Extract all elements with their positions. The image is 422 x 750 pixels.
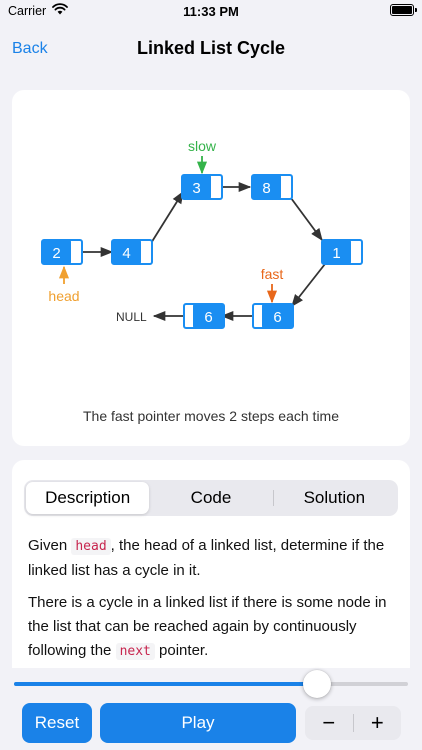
linked-list-diagram: 2 4 3 8 1 6 6 NULL slow fast head: [41, 138, 363, 329]
svg-text:6: 6: [204, 309, 212, 326]
speed-stepper: − +: [305, 706, 401, 740]
tab-solution[interactable]: Solution: [272, 482, 396, 514]
back-button[interactable]: Back: [12, 40, 48, 58]
list-node-3: 3: [181, 174, 223, 200]
progress-slider[interactable]: [14, 668, 408, 698]
edge-4-to-3: [147, 190, 184, 249]
inline-code-head: head: [71, 538, 111, 555]
carrier-label: Carrier: [8, 4, 47, 18]
tab-segmented-control: Description Code Solution: [24, 480, 398, 516]
svg-text:8: 8: [262, 180, 270, 197]
slider-fill: [14, 682, 317, 686]
slow-pointer-label: slow: [188, 138, 217, 154]
list-node-6-left: 6: [183, 303, 225, 329]
battery-icon: [390, 4, 417, 16]
increment-button[interactable]: +: [354, 706, 402, 740]
svg-text:4: 4: [122, 245, 130, 262]
list-node-2: 2: [41, 239, 83, 265]
svg-text:1: 1: [332, 245, 340, 262]
problem-description: Given head, the head of a linked list, d…: [28, 534, 398, 668]
slider-thumb[interactable]: [303, 670, 331, 698]
tab-description[interactable]: Description: [26, 482, 150, 514]
null-label: NULL: [116, 310, 147, 324]
head-pointer-label: head: [48, 288, 79, 304]
list-node-1: 1: [321, 239, 363, 265]
play-button[interactable]: Play: [100, 703, 296, 743]
list-node-8: 8: [251, 174, 293, 200]
inline-code-next: next: [115, 643, 155, 660]
page-title: Linked List Cycle: [136, 38, 286, 58]
description-paragraph-2: There is a cycle in a linked list if the…: [28, 594, 387, 660]
fast-pointer-label: fast: [261, 266, 284, 282]
decrement-button[interactable]: −: [305, 706, 353, 740]
svg-text:3: 3: [192, 180, 200, 197]
list-node-4: 4: [111, 239, 153, 265]
content-card: Description Code Solution Given head, th…: [12, 460, 410, 668]
tab-code[interactable]: Code: [149, 482, 272, 514]
svg-text:2: 2: [52, 245, 60, 262]
list-node-6-right: 6: [252, 303, 294, 329]
wifi-icon: [52, 3, 68, 15]
svg-text:6: 6: [273, 309, 281, 326]
edge-8-to-1: [287, 193, 323, 242]
diagram-caption: The fast pointer moves 2 steps each time: [82, 408, 339, 424]
navigation-bar: Back Linked List Cycle: [0, 30, 422, 70]
reset-button[interactable]: Reset: [22, 703, 92, 743]
edge-1-to-6: [291, 263, 326, 307]
status-bar: Carrier 11:33 PM: [0, 0, 422, 24]
diagram-card: 2 4 3 8 1 6 6 NULL slow fast head The fa…: [12, 90, 410, 446]
description-paragraph-1: Given head, the head of a linked list, d…: [28, 537, 385, 579]
